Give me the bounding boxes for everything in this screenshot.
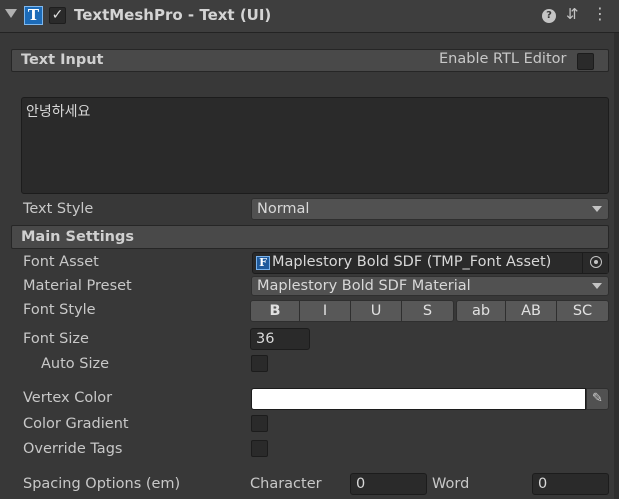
vertex-color-label: Vertex Color: [23, 390, 113, 406]
object-picker-icon: [590, 256, 602, 268]
object-picker-button[interactable]: [582, 253, 608, 273]
eyedropper-icon[interactable]: ✎: [586, 388, 609, 410]
auto-size-toggle[interactable]: [251, 355, 268, 372]
chevron-down-icon: [592, 283, 602, 289]
vertex-color-swatch[interactable]: [251, 388, 586, 410]
tmp-text-icon: T: [24, 6, 43, 25]
font-style-uppercase-button[interactable]: AB: [505, 300, 557, 322]
color-gradient-label: Color Gradient: [23, 416, 129, 432]
material-preset-value: Maplestory Bold SDF Material: [257, 278, 471, 294]
font-size-label: Font Size: [23, 331, 89, 347]
font-style-strikethrough-button[interactable]: S: [401, 300, 454, 322]
font-style-bold-button[interactable]: B: [250, 300, 300, 322]
character-spacing-input[interactable]: 0: [350, 473, 427, 495]
chevron-down-icon: [592, 206, 602, 212]
font-style-italic-button[interactable]: I: [299, 300, 351, 322]
main-settings-section-title: Main Settings: [21, 229, 134, 245]
auto-size-label: Auto Size: [41, 356, 110, 372]
font-style-smallcaps-button[interactable]: SC: [556, 300, 609, 322]
font-style-label: Font Style: [23, 302, 96, 318]
context-menu-icon[interactable]: ⋮: [592, 4, 608, 24]
foldout-arrow-icon[interactable]: [5, 9, 17, 18]
color-gradient-toggle[interactable]: [251, 415, 268, 432]
text-input-section-title: Text Input: [21, 52, 104, 68]
text-style-value: Normal: [257, 201, 310, 217]
font-size-input[interactable]: 36: [250, 328, 310, 350]
word-spacing-label: Word: [432, 476, 470, 492]
spacing-options-label: Spacing Options (em): [23, 476, 181, 492]
help-icon[interactable]: ?: [542, 9, 556, 23]
text-input-area[interactable]: 안녕하세요: [21, 97, 609, 194]
enable-rtl-editor-toggle[interactable]: [577, 53, 594, 70]
override-tags-toggle[interactable]: [251, 440, 268, 457]
font-asset-value: Maplestory Bold SDF (TMP_Font Asset): [272, 254, 552, 270]
presets-icon[interactable]: ⇵: [566, 5, 579, 23]
font-asset-icon: F: [256, 256, 270, 270]
text-style-dropdown[interactable]: Normal: [251, 198, 609, 220]
font-asset-label: Font Asset: [23, 254, 99, 270]
scrollbar[interactable]: [614, 33, 619, 499]
font-style-lowercase-button[interactable]: ab: [456, 300, 506, 322]
character-spacing-label: Character: [250, 476, 322, 492]
component-enable-checkbox[interactable]: ✓: [49, 7, 66, 24]
material-preset-label: Material Preset: [23, 278, 132, 294]
font-asset-field[interactable]: F Maplestory Bold SDF (TMP_Font Asset): [252, 252, 609, 274]
material-preset-dropdown[interactable]: Maplestory Bold SDF Material: [251, 276, 609, 296]
override-tags-label: Override Tags: [23, 441, 123, 457]
enable-rtl-editor-label: Enable RTL Editor: [439, 51, 567, 67]
word-spacing-input[interactable]: 0: [532, 473, 609, 495]
font-style-underline-button[interactable]: U: [350, 300, 402, 322]
component-title: TextMeshPro - Text (UI): [74, 6, 272, 24]
text-style-label: Text Style: [23, 201, 94, 217]
